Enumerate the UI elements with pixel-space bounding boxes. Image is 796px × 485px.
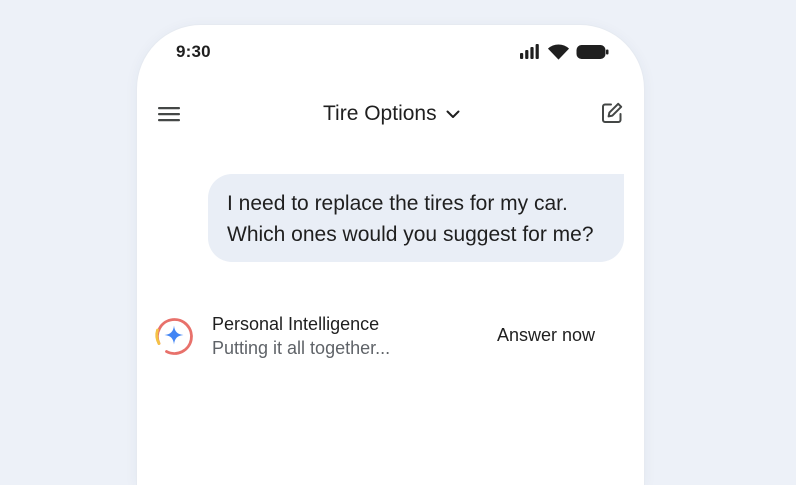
assistant-status: Putting it all together... [212, 338, 391, 358]
signal-icon [520, 44, 539, 59]
page-title: Tire Options [323, 102, 437, 125]
menu-button[interactable] [157, 104, 181, 124]
status-time: 9:30 [176, 42, 211, 61]
user-message-line: I need to replace the tires for my car. [227, 192, 568, 215]
wifi-icon [547, 44, 570, 60]
conversation-title-dropdown[interactable]: Tire Options [323, 99, 461, 129]
user-message-bubble: I need to replace the tires for my car. … [208, 174, 624, 262]
sparkle-icon [155, 318, 193, 355]
menu-icon [158, 107, 180, 122]
user-message-line: Which ones would you suggest for me? [227, 223, 594, 246]
new-chat-button[interactable] [600, 101, 624, 125]
chevron-down-icon [446, 110, 460, 118]
assistant-name: Personal Intelligence [212, 314, 380, 334]
edit-icon [602, 102, 623, 123]
answer-now-button[interactable]: Answer now [497, 325, 595, 346]
battery-icon [576, 45, 609, 59]
phone-screen: 9:30 Tire Options I need to replace the … [137, 25, 644, 485]
